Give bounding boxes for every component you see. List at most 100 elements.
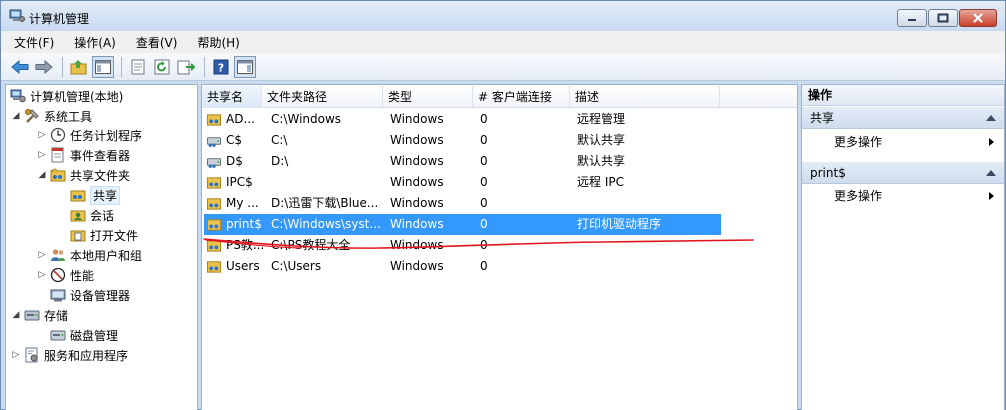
tree-item[interactable]: ◢ 系统工具: [10, 106, 92, 126]
menu-view[interactable]: 查看(V): [133, 33, 181, 52]
console-tree: 计算机管理(本地) ◢ 系统工具 ▷ 任务计划程序 ▷ 事件查看器 ◢ 共享文件夹共享 会话 打开文…: [5, 84, 198, 410]
tree-item[interactable]: 设备管理器: [36, 285, 130, 305]
actions-section-share[interactable]: 共享: [802, 107, 1004, 129]
properties-icon: [131, 59, 145, 74]
cell-type: Windows: [390, 112, 444, 126]
menu-help[interactable]: 帮助(H): [194, 33, 242, 52]
table-row[interactable]: Users C:\Users Windows 0: [204, 256, 721, 277]
close-icon: [973, 13, 983, 23]
tree-item[interactable]: 会话: [56, 205, 114, 225]
up-level-button[interactable]: [68, 56, 90, 78]
more-actions-item[interactable]: 更多操作: [802, 185, 1004, 207]
more-actions-item[interactable]: 更多操作: [802, 131, 1004, 153]
title-bar[interactable]: 计算机管理: [1, 1, 1005, 31]
tree-item[interactable]: 计算机管理(本地): [10, 86, 123, 106]
tree-item[interactable]: ▷ 任务计划程序: [36, 125, 142, 145]
actions-pane: 操作 共享 更多操作 print$ 更多操作: [801, 84, 1005, 410]
table-row[interactable]: PS教... C:\PS教程大全 Windows 0: [204, 235, 721, 256]
forward-button[interactable]: [33, 56, 55, 78]
tree-item[interactable]: ◢ 共享文件夹: [36, 165, 130, 185]
menu-action[interactable]: 操作(A): [71, 33, 119, 52]
tree-item[interactable]: ◢ 存储: [10, 305, 68, 325]
tree-item[interactable]: 磁盘管理: [36, 325, 118, 345]
expanded-arrow-icon[interactable]: ◢: [10, 110, 22, 122]
collapsed-arrow-icon[interactable]: ▷: [36, 149, 48, 161]
table-row[interactable]: AD... C:\Windows Windows 0 远程管理: [204, 109, 721, 130]
cell-path: D:\迅雷下载\Blue...: [271, 196, 379, 210]
tree-item-label: 存储: [44, 308, 69, 323]
column-header-client-connections[interactable]: # 客户端连接: [473, 86, 570, 108]
tree-item-label: 共享文件夹: [70, 168, 131, 183]
collapsed-arrow-icon[interactable]: ▷: [36, 129, 48, 141]
column-type-label: 类型: [388, 90, 413, 104]
tree-item-label: 事件查看器: [70, 148, 131, 163]
properties-button[interactable]: [127, 56, 149, 78]
share-icon: [70, 190, 86, 202]
back-button[interactable]: [9, 56, 31, 78]
tree-item[interactable]: 共享: [56, 185, 121, 205]
cell-clients: 0: [480, 259, 488, 273]
table-row[interactable]: print$ C:\Windows\syst... Windows 0 打印机驱动程序: [204, 214, 721, 235]
storage-icon: [24, 310, 40, 321]
table-row[interactable]: C$ C:\ Windows 0 默认共享: [204, 130, 721, 151]
tree-item[interactable]: ▷ 服务和应用程序: [10, 345, 128, 365]
show-hide-console-tree-button[interactable]: [92, 55, 114, 78]
show-hide-action-pane-button[interactable]: [234, 55, 256, 78]
cell-name: My ...: [226, 196, 259, 210]
table-row[interactable]: My ... D:\迅雷下载\Blue... Windows 0: [204, 193, 721, 214]
collapse-arrow-icon[interactable]: [986, 170, 996, 176]
table-row[interactable]: D$ D:\ Windows 0 默认共享: [204, 151, 721, 172]
collapsed-arrow-icon[interactable]: ▷: [36, 249, 48, 261]
cell-path: C:\: [271, 133, 288, 147]
collapse-arrow-icon[interactable]: [986, 115, 996, 121]
more-actions-label: 更多操作: [834, 189, 883, 203]
refresh-button[interactable]: [151, 56, 173, 78]
column-header-description[interactable]: 描述: [570, 86, 720, 108]
folder-up-icon: [70, 59, 87, 74]
cell-path: C:\Windows\syst...: [271, 217, 381, 231]
export-list-button[interactable]: [175, 56, 197, 78]
tree-item-label: 任务计划程序: [70, 128, 143, 143]
tree-item-label: 系统工具: [44, 109, 93, 124]
tree-item[interactable]: ▷ 事件查看器: [36, 145, 130, 165]
column-header-type[interactable]: 类型: [383, 86, 473, 108]
cell-name: print$: [226, 217, 262, 231]
maximize-button[interactable]: [928, 9, 958, 27]
cell-type: Windows: [390, 154, 444, 168]
menu-file[interactable]: 文件(F): [11, 33, 57, 52]
drive-share-icon: [206, 137, 222, 147]
column-header-share-name[interactable]: 共享名: [202, 86, 262, 108]
tree-item-label: 本地用户和组: [70, 248, 143, 263]
cell-path: [271, 172, 385, 193]
folder-share-icon: [206, 261, 222, 273]
ipc-share-icon: [206, 177, 222, 189]
submenu-arrow-icon: [989, 138, 994, 146]
collapsed-arrow-icon[interactable]: ▷: [36, 269, 48, 281]
cell-name: Users: [226, 259, 260, 273]
expanded-arrow-icon[interactable]: ◢: [36, 169, 48, 181]
tree-item[interactable]: ▷ 性能: [36, 265, 94, 285]
tree-item[interactable]: 打开文件: [56, 225, 138, 245]
close-button[interactable]: [959, 9, 997, 27]
window-controls: [896, 9, 997, 27]
task-scheduler-icon: [50, 127, 66, 143]
tree-item[interactable]: ▷ 本地用户和组: [36, 245, 142, 265]
actions-section-print[interactable]: print$: [802, 162, 1004, 184]
more-actions-label: 更多操作: [834, 135, 883, 149]
drive-share-icon: [206, 158, 222, 168]
cell-type: Windows: [390, 259, 444, 273]
cell-path: C:\PS教程大全: [271, 238, 351, 252]
column-header-folder-path[interactable]: 文件夹路径: [262, 86, 383, 108]
minimize-button[interactable]: [897, 9, 927, 27]
console-tree-icon: [95, 59, 111, 74]
table-row[interactable]: IPC$ Windows 0 远程 IPC: [204, 172, 721, 193]
back-arrow-icon: [11, 59, 29, 74]
event-viewer-icon: [51, 147, 64, 163]
cell-desc: 远程管理: [577, 112, 626, 126]
maximize-icon: [937, 13, 949, 23]
expanded-arrow-icon[interactable]: ◢: [10, 309, 22, 321]
cell-type: Windows: [390, 175, 444, 189]
help-button[interactable]: ?: [210, 56, 232, 78]
collapsed-arrow-icon[interactable]: ▷: [10, 349, 22, 361]
